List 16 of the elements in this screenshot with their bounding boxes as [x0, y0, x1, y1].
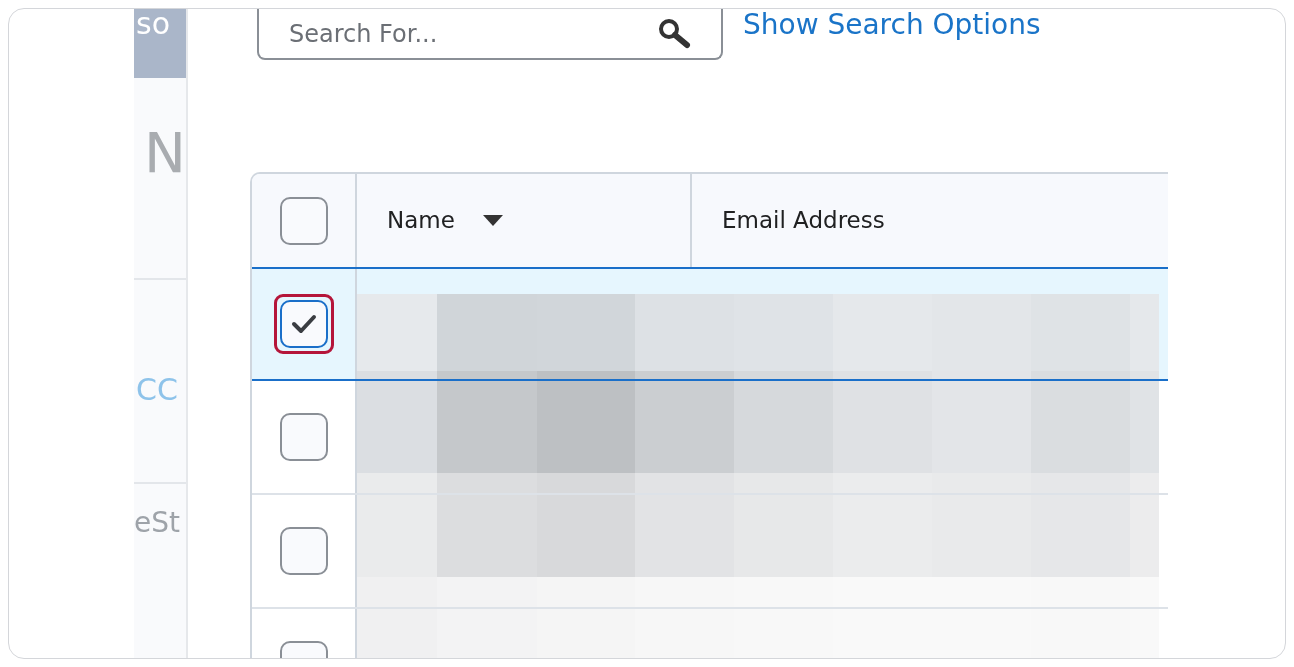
sort-down-icon[interactable]	[482, 215, 503, 226]
column-header[interactable]: Email Address	[722, 203, 885, 238]
search-field[interactable]: Search For...	[257, 9, 723, 60]
sidebar-heading: N	[143, 120, 186, 185]
show-search-options-link[interactable]: Show Search Options	[743, 9, 1041, 41]
checkmark-icon	[290, 314, 317, 334]
checkbox[interactable]	[279, 196, 328, 245]
search-input[interactable]: Search For...	[289, 15, 589, 52]
sidebar-header-text: so	[135, 9, 170, 39]
search-icon	[657, 18, 691, 49]
checkbox[interactable]	[279, 300, 328, 348]
checkbox[interactable]	[279, 413, 328, 461]
sidebar-text: eSt	[134, 506, 180, 539]
column-header[interactable]: Name	[387, 203, 455, 238]
table-row[interactable]	[252, 267, 1168, 381]
checkbox[interactable]	[279, 527, 328, 575]
